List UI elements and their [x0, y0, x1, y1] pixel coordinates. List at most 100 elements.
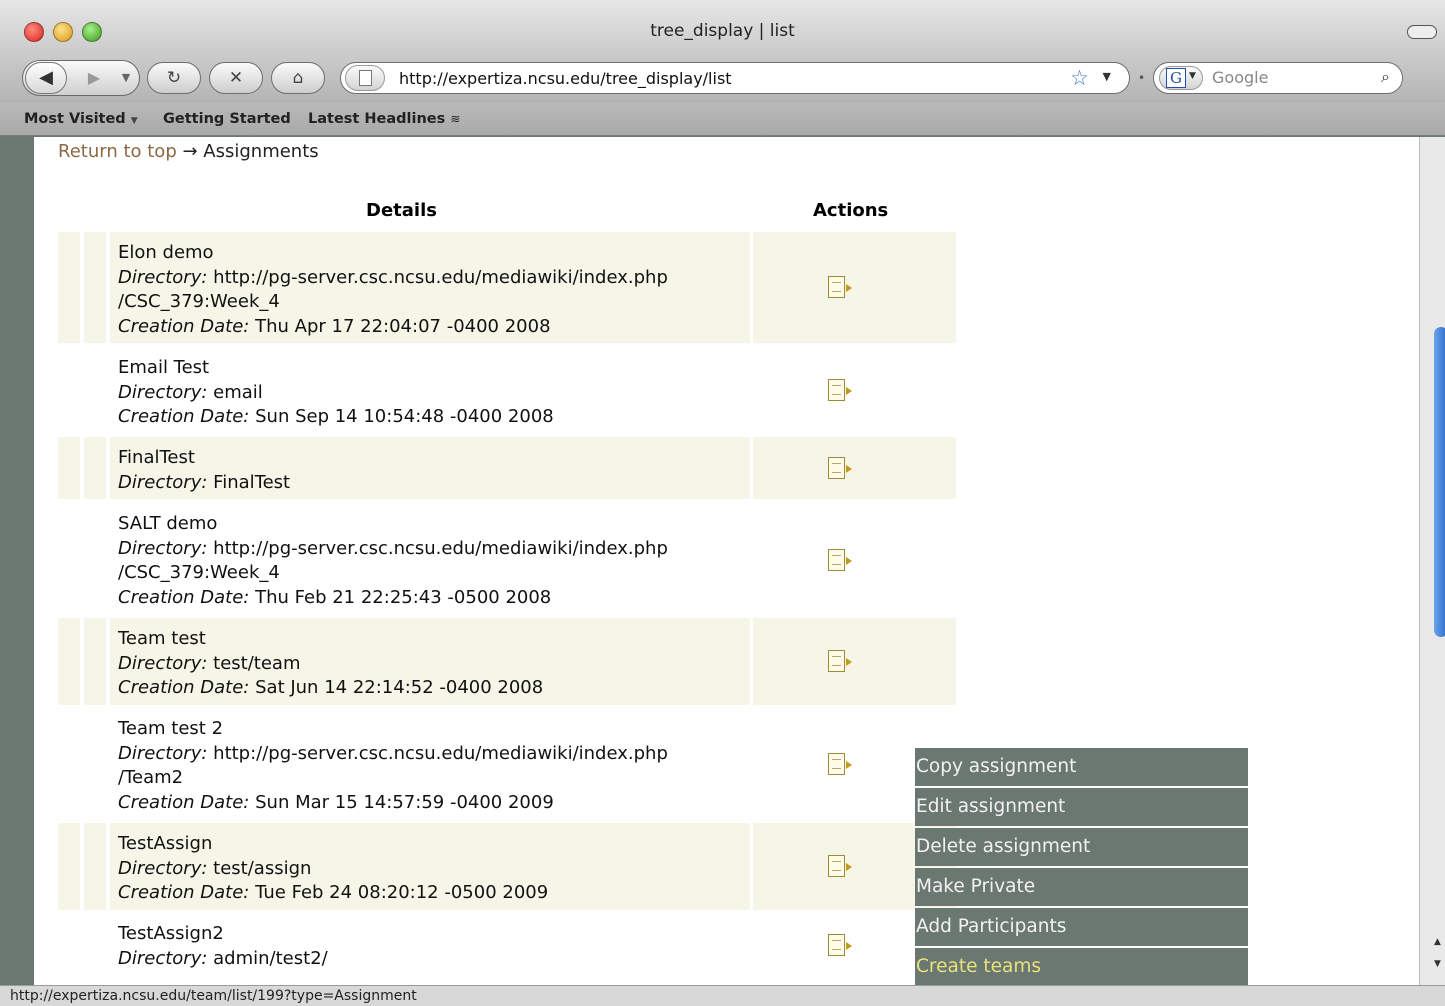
- directory-label: Directory:: [118, 857, 208, 879]
- return-to-top-link[interactable]: Return to top: [58, 141, 177, 162]
- home-button[interactable]: ⌂: [271, 62, 325, 94]
- menu-item-copy-assignment[interactable]: Copy assignment: [915, 748, 1248, 786]
- bookmark-getting-started[interactable]: Getting Started: [163, 111, 291, 127]
- table-row: Team test Directory: test/team Creation …: [58, 618, 956, 705]
- directory-label: Directory:: [118, 381, 208, 403]
- directory-label: Directory:: [118, 742, 208, 764]
- content-area: Return to top → Assignments Details Acti…: [12, 137, 1419, 985]
- directory-value-cont: /Team2: [118, 767, 184, 788]
- directory-value: http://pg-server.csc.ncsu.edu/mediawiki/…: [213, 537, 668, 559]
- edit-actions-icon[interactable]: [828, 549, 852, 571]
- creation-date-label: Creation Date:: [118, 677, 250, 698]
- creation-date-label: Creation Date:: [118, 882, 250, 903]
- assignment-actions-menu: Copy assignment Edit assignment Delete a…: [915, 748, 1248, 985]
- edit-actions-icon[interactable]: [828, 276, 852, 298]
- creation-date-value: Thu Apr 17 22:04:07 -0400 2008: [255, 315, 551, 337]
- chevron-down-icon: ▼: [121, 71, 131, 84]
- table-row: Email Test Directory: email Creation Dat…: [58, 347, 956, 433]
- back-forward-group: ◀ ▶ ▼: [22, 60, 140, 96]
- assignment-name: TestAssign2: [118, 923, 224, 944]
- edit-actions-icon[interactable]: [828, 457, 852, 479]
- directory-value: FinalTest: [213, 471, 291, 493]
- chevron-down-icon: ▼: [130, 116, 138, 126]
- history-dropdown-button[interactable]: ▼: [115, 61, 137, 95]
- directory-value: http://pg-server.csc.ncsu.edu/mediawiki/…: [213, 266, 668, 288]
- actions-cell: [753, 618, 956, 705]
- forward-button[interactable]: ▶: [75, 61, 113, 95]
- directory-value-cont: /CSC_379:Week_4: [118, 562, 280, 583]
- bookmark-latest-headlines[interactable]: Latest Headlines ≋: [308, 111, 460, 127]
- page: Return to top → Assignments Details Acti…: [34, 137, 1419, 985]
- assignment-name: TestAssign: [118, 833, 213, 854]
- creation-date-value: Tue Feb 24 08:20:12 -0500 2009: [255, 882, 549, 903]
- details-cell: TestAssign Directory: test/assign Creati…: [110, 823, 750, 910]
- vertical-scrollbar[interactable]: ▲ ▼: [1419, 137, 1445, 985]
- directory-value: http://pg-server.csc.ncsu.edu/mediawiki/…: [213, 742, 668, 764]
- search-icon[interactable]: ⌕: [1381, 67, 1390, 87]
- search-box[interactable]: G ▼ ⌕: [1153, 62, 1403, 94]
- stop-button[interactable]: ✕: [209, 62, 263, 94]
- toolbar-toggle-button[interactable]: [1407, 25, 1437, 39]
- assignment-name: Elon demo: [118, 242, 214, 263]
- edit-actions-icon[interactable]: [828, 650, 852, 672]
- url-text[interactable]: http://expertiza.ncsu.edu/tree_display/l…: [399, 69, 732, 88]
- details-column-header: Details: [366, 200, 437, 221]
- creation-date-label: Creation Date:: [118, 406, 250, 427]
- directory-value: test/team: [213, 652, 301, 674]
- scroll-down-arrow-icon[interactable]: ▼: [1434, 959, 1441, 969]
- assignment-name: Email Test: [118, 357, 210, 378]
- scroll-thumb[interactable]: [1434, 327, 1445, 637]
- url-dropdown-icon[interactable]: ▼: [1103, 70, 1111, 83]
- creation-date-value: Sun Mar 15 14:57:59 -0400 2009: [255, 791, 554, 813]
- actions-cell: [753, 437, 956, 499]
- edit-actions-icon[interactable]: [828, 753, 852, 775]
- back-button[interactable]: ◀: [25, 62, 67, 94]
- directory-label: Directory:: [118, 537, 208, 559]
- edit-actions-icon[interactable]: [828, 934, 852, 956]
- edit-actions-icon[interactable]: [828, 855, 852, 877]
- edit-actions-icon[interactable]: [828, 379, 852, 401]
- menu-item-edit-assignment[interactable]: Edit assignment: [915, 788, 1248, 826]
- search-input[interactable]: [1212, 68, 1362, 87]
- menu-item-delete-assignment[interactable]: Delete assignment: [915, 828, 1248, 866]
- table-row: Elon demo Directory: http://pg-server.cs…: [58, 232, 956, 343]
- menu-item-add-participants[interactable]: Add Participants: [915, 908, 1248, 946]
- reload-icon: ↻: [166, 68, 182, 88]
- details-cell: Email Test Directory: email Creation Dat…: [110, 347, 750, 433]
- assignment-name: Team test: [118, 628, 206, 649]
- breadcrumb-current: → Assignments: [182, 141, 319, 162]
- details-cell: TestAssign2 Directory: admin/test2/: [110, 913, 750, 985]
- directory-value: email: [213, 381, 263, 403]
- site-identity-button[interactable]: [345, 65, 385, 91]
- details-cell: SALT demo Directory: http://pg-server.cs…: [110, 503, 750, 614]
- menu-item-create-teams[interactable]: Create teams: [915, 948, 1248, 985]
- page-icon: [359, 70, 372, 86]
- table-row: Team test 2 Directory: http://pg-server.…: [58, 708, 956, 819]
- directory-label: Directory:: [118, 652, 208, 674]
- directory-label: Directory:: [118, 471, 208, 493]
- actions-column-header: Actions: [813, 200, 889, 221]
- window-title: tree_display | list: [650, 21, 795, 41]
- table-row: SALT demo Directory: http://pg-server.cs…: [58, 503, 956, 614]
- assignment-name: FinalTest: [118, 447, 195, 468]
- directory-value-cont: /CSC_379:Week_4: [118, 291, 280, 312]
- bookmark-most-visited[interactable]: Most Visited ▼: [24, 111, 138, 127]
- search-engine-button[interactable]: G ▼: [1159, 66, 1203, 90]
- table-row: TestAssign2 Directory: admin/test2/: [58, 913, 956, 985]
- rss-feed-icon: ≋: [450, 112, 461, 126]
- directory-label: Directory:: [118, 947, 208, 969]
- google-logo-icon: G: [1166, 68, 1186, 88]
- reload-button[interactable]: ↻: [147, 62, 201, 94]
- details-cell: FinalTest Directory: FinalTest: [110, 437, 750, 499]
- bookmark-star-icon[interactable]: ☆: [1070, 66, 1089, 90]
- assignment-name: Team test 2: [118, 718, 224, 739]
- toolbar-separator: •: [1138, 71, 1146, 85]
- address-bar[interactable]: http://expertiza.ncsu.edu/tree_display/l…: [340, 62, 1130, 94]
- creation-date-label: Creation Date:: [118, 791, 250, 813]
- details-cell: Team test Directory: test/team Creation …: [110, 618, 750, 705]
- menu-item-make-private[interactable]: Make Private: [915, 868, 1248, 906]
- scroll-up-arrow-icon[interactable]: ▲: [1434, 937, 1441, 947]
- table-row: FinalTest Directory: FinalTest: [58, 437, 956, 499]
- navigation-toolbar: ◀ ▶ ▼ ↻ ✕ ⌂ http://expertiza.ncsu.edu/tr…: [0, 58, 1445, 103]
- actions-cell: [753, 347, 956, 433]
